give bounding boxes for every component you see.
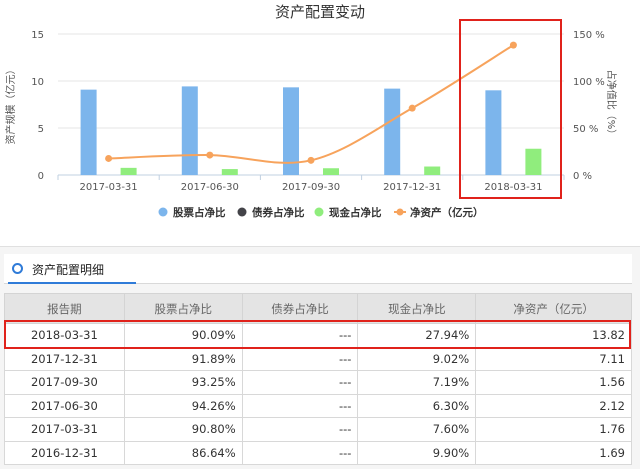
table-row: 2017-09-30 93.25% --- 7.19% 1.56: [4, 370, 632, 395]
x-tick-label: 2017-03-31: [80, 182, 138, 193]
header-net-assets: 净资产（亿元）: [475, 293, 632, 324]
y-right-tick-label: 100 %: [573, 77, 605, 88]
cell-period: 2017-06-30: [4, 393, 125, 418]
net-assets-line: [108, 44, 514, 164]
net-assets-point: [105, 154, 113, 162]
cell-net-assets: 1.69: [475, 440, 632, 465]
x-tick-label: 2017-09-30: [282, 182, 340, 193]
legend-label: 债券占净比: [252, 206, 305, 219]
x-tick-label: 2017-12-31: [383, 182, 441, 193]
net-assets-point: [307, 156, 315, 164]
legend-label: 净资产（亿元）: [410, 206, 484, 219]
section-title: 资产配置明细: [32, 263, 105, 277]
chart-title: 资产配置变动: [275, 3, 365, 21]
y-left-tick-label: 5: [38, 124, 44, 135]
cell-period: 2017-09-30: [4, 370, 125, 395]
cell-cash: 7.19%: [357, 370, 477, 395]
table-row: 2017-06-30 94.26% --- 6.30% 2.12: [4, 393, 632, 418]
net-assets-point: [206, 151, 214, 159]
y-right-tick-label: 50 %: [573, 124, 598, 135]
cell-bond: ---: [241, 346, 359, 371]
legend-marker: [158, 207, 168, 217]
header-report-period: 报告期: [4, 293, 125, 324]
cell-stock: 86.64%: [123, 440, 243, 465]
y-left-tick-label: 0: [38, 171, 44, 182]
cell-stock: 90.80%: [123, 417, 243, 442]
cell-net-assets: 1.56: [475, 370, 632, 395]
table-row: 2017-12-31 91.89% --- 9.02% 7.11: [4, 346, 632, 371]
x-tick-label: 2017-06-30: [181, 182, 239, 193]
bar-stock: [181, 86, 198, 175]
cell-cash: 9.90%: [357, 440, 477, 465]
bar-cash: [120, 167, 137, 175]
y-left-tick-label: 15: [31, 30, 44, 41]
cell-stock: 93.25%: [123, 370, 243, 395]
highlight-box-latest-period: [459, 19, 562, 199]
cell-bond: ---: [241, 417, 359, 442]
legend-marker: [396, 208, 404, 216]
cell-net-assets: 1.76: [475, 417, 632, 442]
highlight-box-latest-row: [4, 320, 631, 349]
bar-stock: [80, 89, 97, 175]
cell-cash: 9.02%: [357, 346, 477, 371]
legend-marker: [237, 207, 247, 217]
allocation-detail-table: 报告期 股票占净比 债券占净比 现金占净比 净资产（亿元） 2018-03-31…: [4, 293, 632, 465]
cell-period: 2016-12-31: [4, 440, 125, 465]
cell-bond: ---: [241, 440, 359, 465]
cell-stock: 91.89%: [123, 346, 243, 371]
y-right-tick-label: 150 %: [573, 30, 605, 41]
cell-cash: 6.30%: [357, 393, 477, 418]
bar-cash: [424, 166, 441, 175]
section-underline: [8, 282, 136, 284]
cell-net-assets: 7.11: [475, 346, 632, 371]
header-bond-ratio: 债券占净比: [241, 293, 359, 324]
y-left-tick-label: 10: [31, 77, 44, 88]
net-assets-point: [408, 104, 416, 112]
y-left-axis-title: 资产规模（亿元）: [4, 65, 17, 145]
table-row: 2016-12-31 86.64% --- 9.90% 1.69: [4, 440, 632, 465]
header-cash-ratio: 现金占净比: [357, 293, 477, 324]
cell-bond: ---: [241, 393, 359, 418]
cell-period: 2017-03-31: [4, 417, 125, 442]
y-right-axis-title: 占净值比（%）: [605, 70, 618, 140]
y-right-tick-label: 0 %: [573, 171, 592, 182]
bar-cash: [323, 168, 339, 175]
bar-cash: [221, 169, 238, 175]
section-header: 资产配置明细: [4, 254, 632, 284]
cell-bond: ---: [241, 370, 359, 395]
bar-stock: [384, 88, 401, 175]
cell-net-assets: 2.12: [475, 393, 632, 418]
table-header-row: 报告期 股票占净比 债券占净比 现金占净比 净资产（亿元）: [4, 293, 632, 324]
legend-label: 现金占净比: [329, 206, 382, 219]
cell-stock: 94.26%: [123, 393, 243, 418]
table-row: 2017-03-31 90.80% --- 7.60% 1.76: [4, 417, 632, 442]
header-stock-ratio: 股票占净比: [123, 293, 243, 324]
cell-period: 2017-12-31: [4, 346, 125, 371]
circle-icon: [12, 263, 23, 274]
legend-label: 股票占净比: [173, 206, 226, 219]
cell-cash: 7.60%: [357, 417, 477, 442]
legend-marker: [314, 207, 324, 217]
